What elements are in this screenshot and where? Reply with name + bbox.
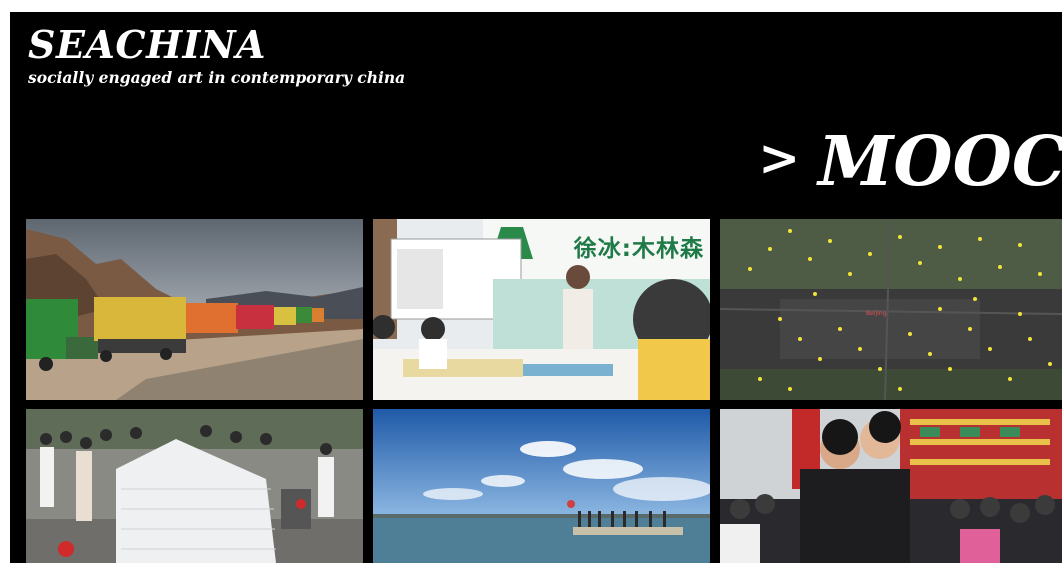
- lake-platform-illustration: [373, 409, 710, 563]
- photo-art-workshop: 徐冰:木林森: [373, 219, 710, 400]
- photo-grid: 徐冰:木林森 Beijing: [26, 219, 1062, 563]
- photo-lake-platform: [373, 409, 710, 563]
- photo-trucks-convoy: [26, 219, 363, 400]
- section-heading: > MOOC: [758, 128, 1062, 196]
- photo-satellite-map: Beijing: [720, 219, 1062, 400]
- brand-title: SEACHINA: [28, 22, 267, 67]
- crowd-sacks-illustration: [26, 409, 363, 563]
- chevron-right-icon: >: [758, 128, 801, 187]
- photo-crowd-sacks: [26, 409, 363, 563]
- slide-frame: SEACHINA socially engaged art in contemp…: [10, 12, 1062, 563]
- photo-embrace-crowd: [720, 409, 1062, 563]
- brand-subtitle: socially engaged art in contemporary chi…: [28, 68, 406, 87]
- trucks-convoy-illustration: [26, 219, 363, 400]
- workshop-banner-text: 徐冰:木林森: [573, 236, 704, 262]
- satellite-map-illustration: [720, 219, 1062, 400]
- embrace-crowd-illustration: [720, 409, 1062, 563]
- section-heading-label: MOOC: [818, 122, 1062, 202]
- map-city-label: Beijing: [866, 310, 887, 317]
